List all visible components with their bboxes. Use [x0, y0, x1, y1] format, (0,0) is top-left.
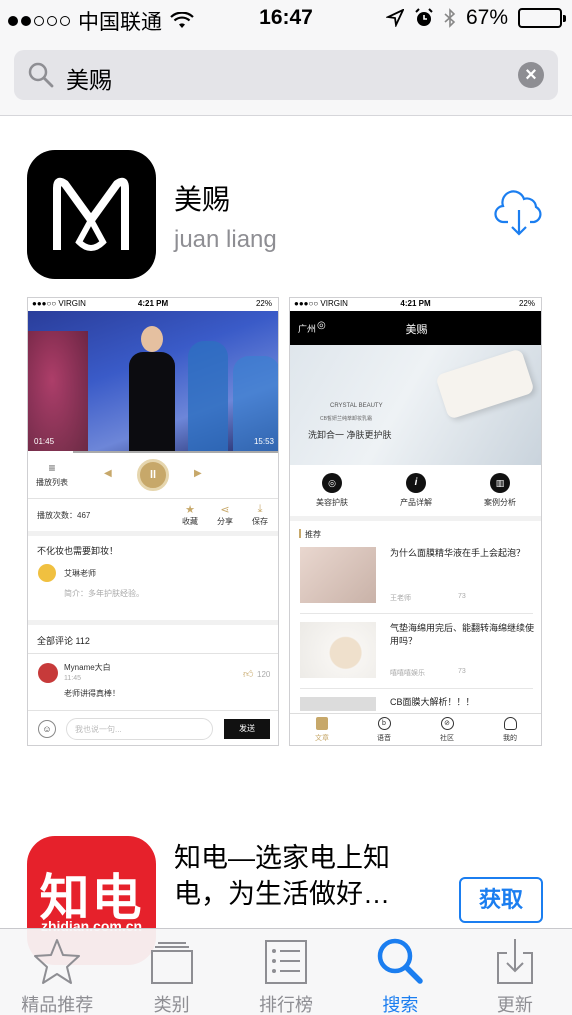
- video-time-start: 01:45: [34, 437, 55, 446]
- category-beauty[interactable]: ◎ 美容护肤: [304, 473, 360, 508]
- article-item[interactable]: CB面膜大解析！！！: [290, 693, 541, 713]
- stack-icon: [150, 942, 193, 984]
- battery-icon: [518, 8, 566, 28]
- comment-time: 11:45: [64, 675, 81, 682]
- section-title: 推荐: [305, 530, 321, 539]
- mini-tab-bar: 文章 b 语音 ⊘ 社区 我的: [290, 713, 541, 745]
- search-icon: [28, 62, 54, 88]
- author-intro: 简介：多年护肤经验。: [64, 589, 144, 598]
- cloud-download-icon[interactable]: [494, 190, 544, 238]
- video-progress[interactable]: [28, 451, 278, 453]
- comment-text: 老师讲得真棒！: [64, 689, 120, 698]
- category-products[interactable]: i 产品详解: [388, 473, 444, 508]
- comment-input[interactable]: 我也说一句...: [66, 718, 213, 740]
- screenshot-home-page[interactable]: ●●●○○ VIRGIN 4:21 PM 22% 广州 ◎ 美赐 CRYSTAL…: [289, 297, 542, 746]
- battery-percent: 67%: [465, 6, 508, 29]
- favorite-button[interactable]: ★ 收藏: [178, 503, 202, 527]
- mini-tab-community[interactable]: ⊘ 社区: [427, 717, 467, 743]
- article-item[interactable]: 为什么面膜精华液在手上会起泡？ 王老师 73: [290, 543, 541, 613]
- article-count: 73: [458, 593, 466, 600]
- next-icon[interactable]: ▶: [194, 468, 202, 479]
- info-icon: i: [406, 473, 426, 493]
- nav-bar: 广州 ◎ 美赐: [290, 311, 541, 345]
- article-item[interactable]: 气垫海绵用完后、能翻转海绵继续使用吗？ 嘻嘻嘻娱乐 73: [290, 618, 541, 688]
- thumbs-up-icon[interactable]: 👍︎: [243, 668, 253, 680]
- search-field[interactable]: 美赐 ×: [14, 50, 558, 100]
- beauty-icon: ◎: [322, 473, 342, 493]
- mini-tab-profile[interactable]: 我的: [490, 717, 530, 743]
- save-button[interactable]: ⤓ 保存: [248, 503, 272, 527]
- list-icon: [265, 940, 308, 984]
- article-thumbnail: [300, 622, 376, 678]
- tab-search[interactable]: 搜索: [343, 929, 457, 1015]
- mini-status-bar: ●●●○○ VIRGIN 4:21 PM 22%: [294, 299, 535, 308]
- article-title: CB面膜大解析！！！: [390, 697, 475, 707]
- author-name: 艾琳老师: [64, 569, 96, 578]
- tab-top-charts[interactable]: 排行榜: [229, 929, 343, 1015]
- alarm-icon: [415, 8, 433, 26]
- get-button[interactable]: 获取: [459, 877, 543, 923]
- article-count: 73: [458, 668, 466, 675]
- chart-icon: ▥: [490, 473, 510, 493]
- comments-header: 全部评论 112: [37, 636, 90, 646]
- mini-tab-articles[interactable]: 文章: [302, 717, 342, 743]
- mini-tab-audio[interactable]: b 语音: [364, 717, 404, 743]
- star-icon: ★: [185, 504, 195, 516]
- tab-bar: 精品推荐 类别 排行榜 搜索 更新: [0, 928, 572, 1015]
- status-bar: 中国联通 16:47 67%: [0, 0, 572, 38]
- article-title: 气垫海绵用完后、能翻转海绵继续使用吗？: [390, 623, 535, 646]
- emoji-icon[interactable]: ☺: [38, 720, 56, 738]
- share-button[interactable]: ⋖ 分享: [213, 503, 237, 527]
- video-title: 不化妆也需要卸妆！: [37, 546, 119, 556]
- globe-icon: ⊘: [440, 717, 454, 730]
- book-icon: [316, 717, 328, 730]
- author-avatar: [38, 564, 56, 582]
- prev-icon[interactable]: ◀: [104, 468, 112, 479]
- send-button[interactable]: 发送: [224, 719, 270, 739]
- download-icon: ⤓: [257, 503, 263, 515]
- pause-button[interactable]: ll: [137, 459, 169, 491]
- share-icon: ⋖: [220, 504, 230, 516]
- list-icon: ≡: [48, 461, 56, 475]
- tab-featured[interactable]: 精品推荐: [0, 929, 114, 1015]
- video-time-end: 15:53: [253, 437, 274, 446]
- header: 中国联通 16:47 67% 美赐 ×: [0, 0, 572, 116]
- banner-brand: CRYSTAL BEAUTY: [330, 403, 383, 409]
- app-store-search-page: 中国联通 16:47 67% 美赐 × 美赐 juan liang ●●●○○ …: [0, 0, 572, 1015]
- play-count: 播放次数：467: [37, 511, 91, 520]
- screenshot-video-page[interactable]: ●●●○○ VIRGIN 4:21 PM 22% 01:45 15:53 ≡ 播…: [27, 297, 279, 746]
- commenter-name: Myname大白: [64, 663, 111, 672]
- video-frame: 01:45 15:53: [28, 311, 278, 453]
- app-name[interactable]: 知电—选家电上知电，为生活做好…: [174, 840, 434, 912]
- audio-icon: b: [377, 717, 391, 730]
- article-thumbnail: [300, 697, 376, 711]
- commenter-avatar: [38, 663, 58, 683]
- search-query[interactable]: 美赐: [66, 61, 112, 95]
- nav-title: 美赐: [405, 324, 428, 336]
- category-cases[interactable]: ▥ 案例分析: [472, 473, 528, 508]
- bluetooth-icon: [444, 8, 456, 28]
- clear-search-icon[interactable]: ×: [518, 62, 544, 88]
- tab-categories[interactable]: 类别: [114, 929, 228, 1015]
- article-author: 王老师: [390, 595, 411, 602]
- person-icon: [503, 717, 517, 730]
- article-author: 嘻嘻嘻娱乐: [390, 670, 425, 677]
- app-developer: juan liang: [174, 226, 277, 253]
- location-arrow-icon: [385, 9, 404, 27]
- comment-likes: 120: [257, 670, 271, 679]
- update-icon: [496, 939, 533, 984]
- article-thumbnail: [300, 547, 376, 603]
- search-icon: [378, 938, 424, 984]
- mini-status-bar: ●●●○○ VIRGIN 4:21 PM 22%: [32, 299, 272, 308]
- app-name[interactable]: 美赐: [174, 178, 230, 218]
- banner-slogan: 洗卸合一 净肤更护肤: [308, 430, 392, 440]
- meici-logo-icon[interactable]: [27, 150, 156, 279]
- article-title: 为什么面膜精华液在手上会起泡？: [390, 548, 526, 558]
- banner-subtitle: CB皙妍兰纯萃卸妆乳霜: [320, 416, 372, 422]
- tab-updates[interactable]: 更新: [458, 929, 572, 1015]
- banner[interactable]: CRYSTAL BEAUTY CB皙妍兰纯萃卸妆乳霜 洗卸合一 净肤更护肤: [290, 345, 541, 465]
- star-icon: [34, 939, 81, 984]
- playlist-button[interactable]: ≡ 播放列表: [34, 461, 70, 488]
